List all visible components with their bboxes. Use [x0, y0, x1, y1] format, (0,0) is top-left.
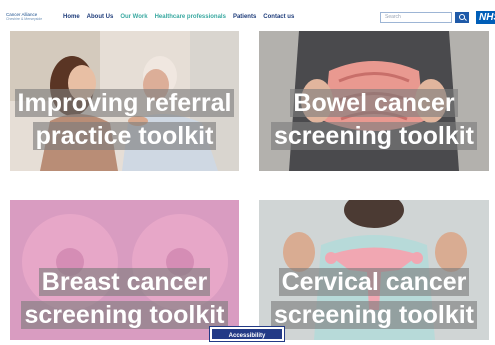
card-title-line2: screening toolkit	[21, 301, 228, 329]
toolkit-card-bowel[interactable]: Bowel cancer screening toolkit	[259, 31, 489, 171]
card-title: Breast cancer screening toolkit	[10, 266, 239, 332]
toolkit-card-referral[interactable]: Improving referral practice toolkit	[10, 31, 239, 171]
search-icon-handle	[464, 18, 467, 21]
search-button[interactable]	[455, 12, 469, 23]
card-title: Bowel cancer screening toolkit	[259, 87, 489, 153]
card-title-line2: screening toolkit	[270, 301, 478, 329]
card-title-line1: Bowel cancer	[290, 89, 458, 117]
card-title: Cervical cancer screening toolkit	[259, 266, 489, 332]
nav-our-work[interactable]: Our Work	[120, 14, 147, 20]
nhs-logo[interactable]: NHS	[476, 11, 495, 24]
toolkit-card-breast[interactable]: Breast cancer screening toolkit	[10, 200, 239, 340]
logo-subtitle: Cheshire & Merseyside	[6, 17, 43, 21]
nav-patients[interactable]: Patients	[233, 14, 256, 20]
search-input[interactable]: Search	[380, 12, 452, 23]
accessibility-button[interactable]: Accessibility	[209, 326, 285, 342]
site-logo[interactable]: Cancer Alliance Cheshire & Merseyside	[6, 12, 46, 22]
card-title-line2: practice toolkit	[32, 122, 217, 150]
main-nav: Home About Us Our Work Healthcare profes…	[63, 14, 294, 20]
card-title-line1: Cervical cancer	[278, 268, 470, 296]
nav-home[interactable]: Home	[63, 14, 80, 20]
nav-healthcare-professionals[interactable]: Healthcare professionals	[155, 14, 226, 20]
nav-contact-us[interactable]: Contact us	[263, 14, 294, 20]
card-title-line1: Breast cancer	[38, 268, 211, 296]
card-title: Improving referral practice toolkit	[10, 87, 239, 153]
card-title-line1: Improving referral	[14, 89, 235, 117]
site-header: Cancer Alliance Cheshire & Merseyside Ho…	[0, 0, 495, 30]
nav-about-us[interactable]: About Us	[87, 14, 114, 20]
toolkit-card-cervical[interactable]: Cervical cancer screening toolkit	[259, 200, 489, 340]
card-title-line2: screening toolkit	[270, 122, 478, 150]
